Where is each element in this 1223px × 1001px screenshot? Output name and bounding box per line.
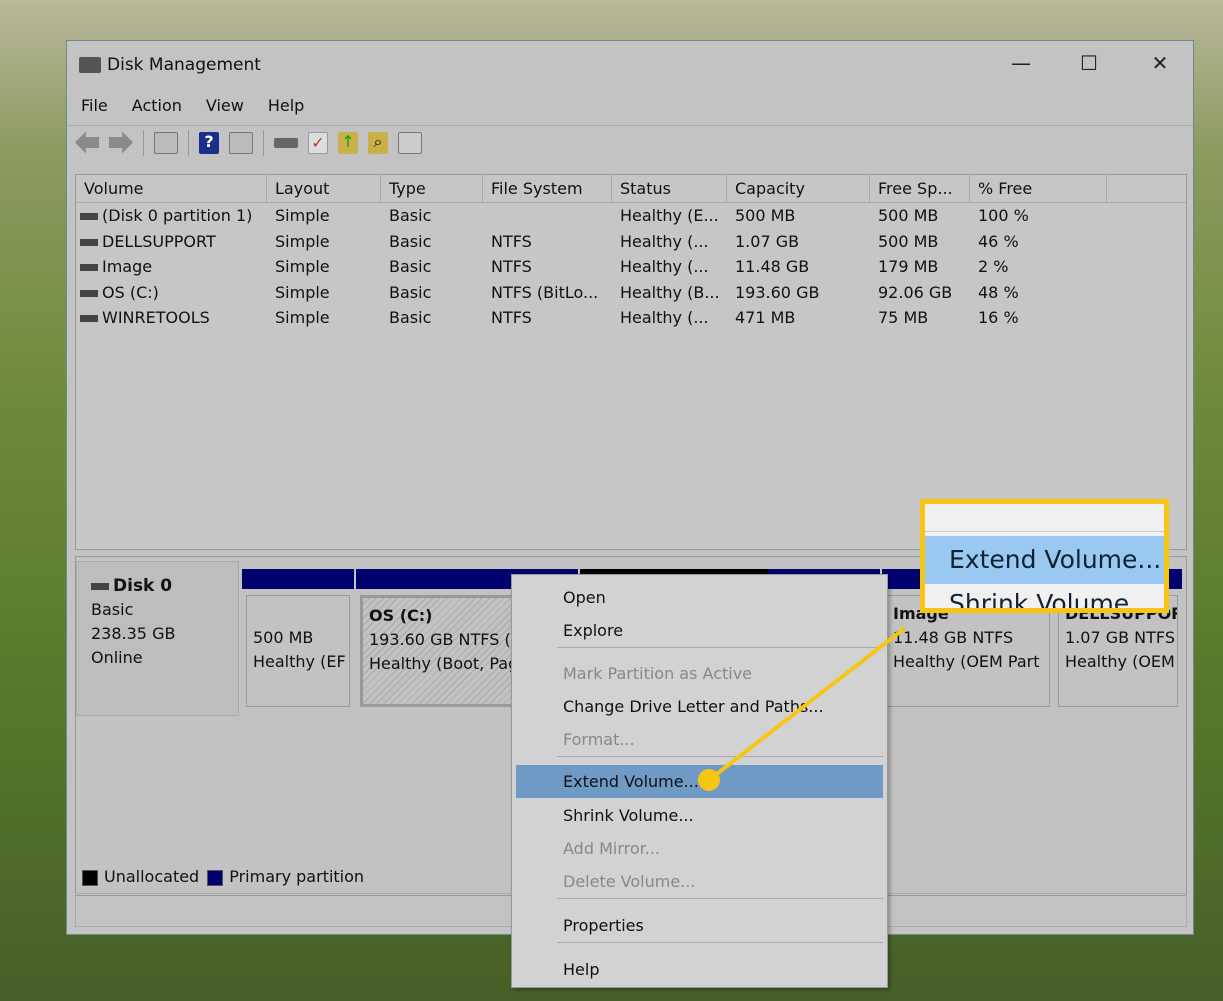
zoom-callout: Extend Volume... Shrink Volume... [920,499,1169,613]
callout-dot [698,769,720,791]
callout-shrink-volume: Shrink Volume... [949,589,1154,613]
callout-extend-volume: Extend Volume... [925,536,1164,584]
callout-line [707,626,907,782]
